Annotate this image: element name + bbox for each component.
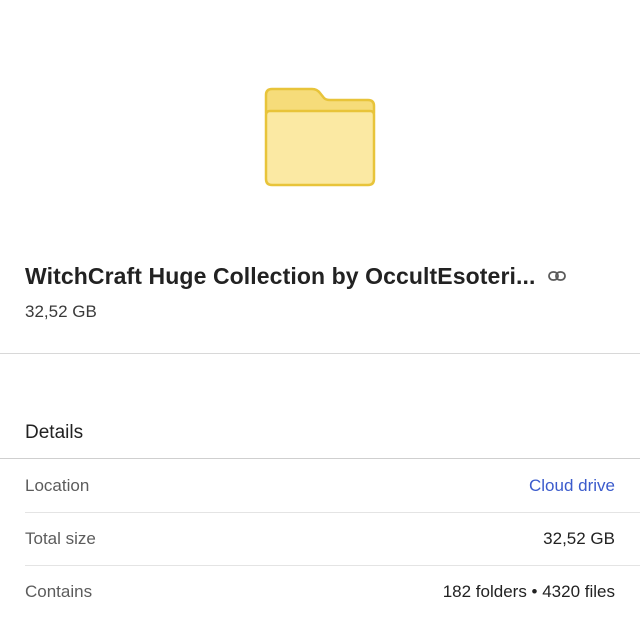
detail-row-location: Location Cloud drive <box>25 460 615 512</box>
details-heading: Details <box>25 422 84 443</box>
file-size: 32,52 GB <box>25 302 97 321</box>
detail-label: Contains <box>25 582 93 601</box>
detail-row-total-size: Total size 32,52 GB <box>25 513 615 565</box>
location-link[interactable]: Cloud drive <box>529 476 615 496</box>
detail-value: 32,52 GB <box>543 529 615 548</box>
detail-label: Total size <box>25 529 96 548</box>
file-title-row: WitchCraft Huge Collection by OccultEsot… <box>25 258 615 294</box>
detail-row-contains: Contains 182 folders • 4320 files <box>25 566 615 618</box>
file-title: WitchCraft Huge Collection by OccultEsot… <box>25 262 536 289</box>
link-icon[interactable] <box>547 266 567 286</box>
detail-value: 182 folders • 4320 files <box>442 582 615 601</box>
detail-label: Location <box>25 476 90 495</box>
details-divider <box>0 458 640 459</box>
section-divider <box>0 353 640 354</box>
folder-icon <box>262 85 378 189</box>
